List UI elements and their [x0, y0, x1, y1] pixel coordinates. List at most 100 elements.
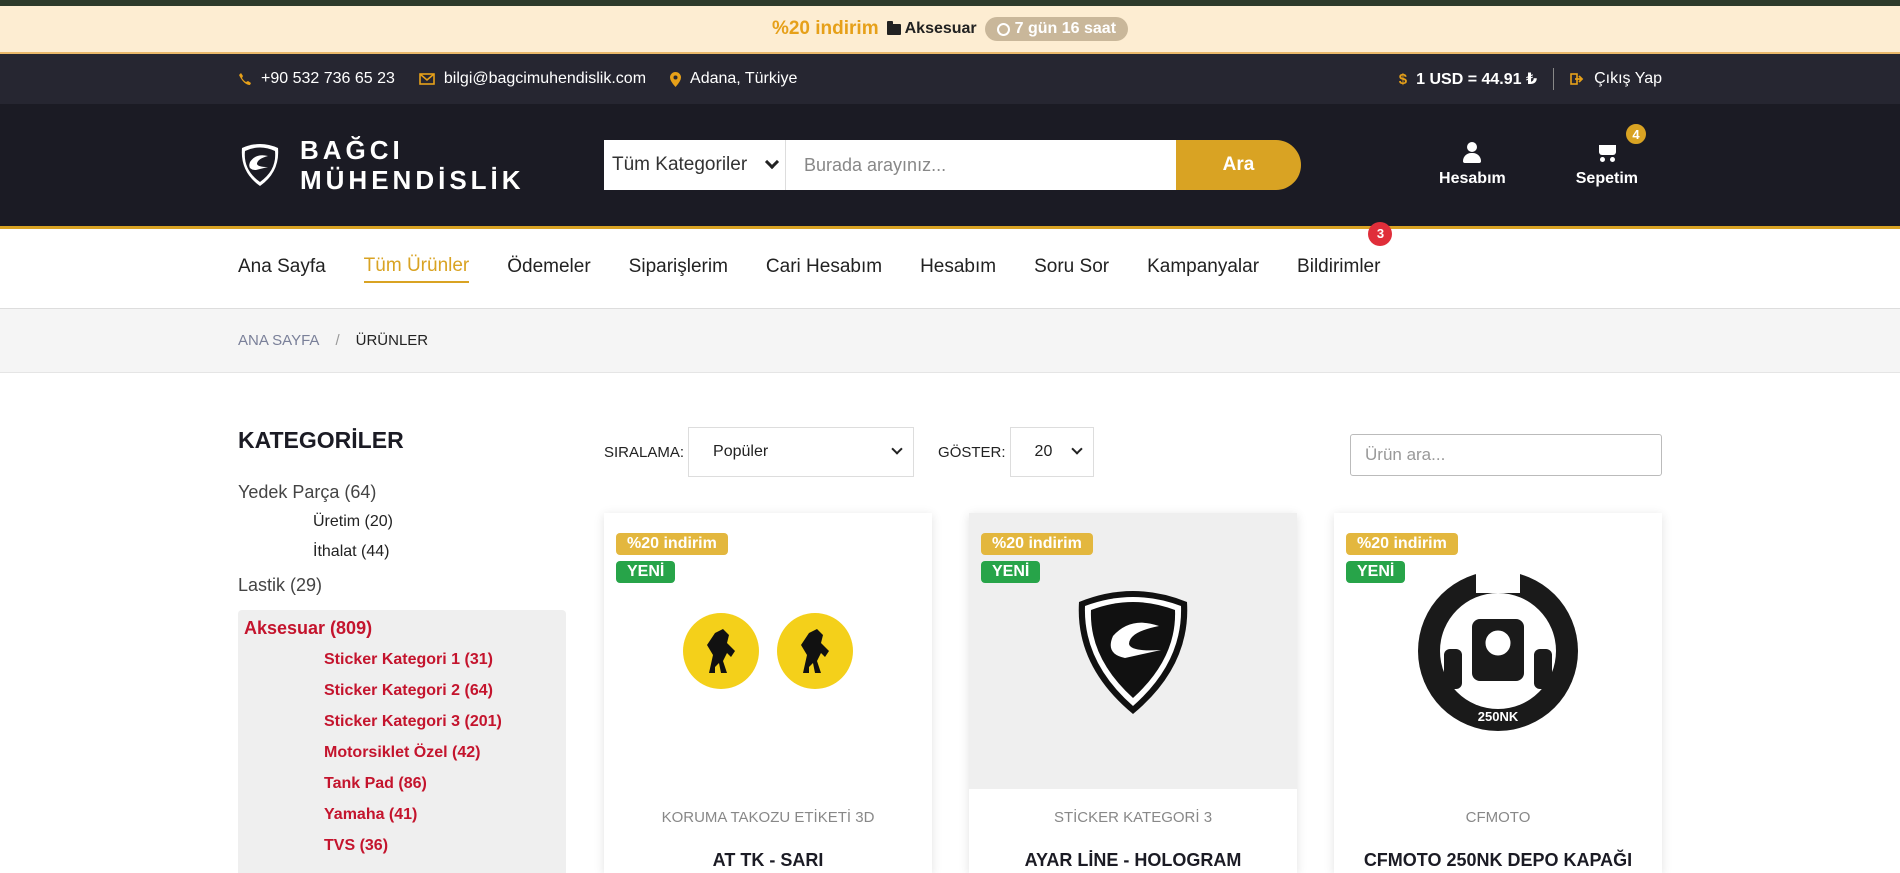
main-content: KATEGORİLER Yedek Parça (64) Üretim (20)…: [0, 373, 1900, 873]
product-card[interactable]: %20 indirim YENİ STİCKER KATEGORİ 3 AYAR…: [969, 513, 1297, 873]
nav-account[interactable]: Hesabım: [920, 256, 996, 282]
cart-count-badge: 4: [1624, 122, 1648, 146]
category-select[interactable]: Tüm Kategoriler: [604, 140, 786, 190]
phone-contact[interactable]: +90 532 736 65 23: [238, 70, 395, 88]
listing-toolbar: SIRALAMA: Popüler GÖSTER: 20: [604, 427, 1662, 477]
brand-line-1: BAĞCI: [300, 135, 404, 165]
main-header: BAĞCI MÜHENDİSLİK Tüm Kategoriler Ara He…: [0, 104, 1900, 229]
folder-icon: [886, 20, 901, 35]
user-icon: [1462, 142, 1482, 164]
product-category[interactable]: CFMOTO: [1334, 809, 1662, 826]
breadcrumb-current: ÜRÜNLER: [355, 332, 429, 349]
location-text: Adana, Türkiye: [690, 70, 798, 87]
header-actions: Hesabım 4 Sepetim: [1439, 122, 1648, 188]
product-name[interactable]: CFMOTO 250NK DEPO KAPAĞI: [1334, 850, 1662, 871]
phone-number: +90 532 736 65 23: [261, 70, 395, 87]
divider: [1553, 68, 1555, 90]
cart-button[interactable]: 4 Sepetim: [1575, 122, 1648, 188]
promo-timer: 7 gün 16 saat: [984, 17, 1129, 41]
product-search-input[interactable]: [1350, 434, 1662, 476]
nav-payments[interactable]: Ödemeler: [507, 256, 590, 282]
product-name[interactable]: AYAR LİNE - HOLOGRAM: [969, 850, 1297, 871]
new-badge: YENİ: [616, 561, 676, 583]
product-name[interactable]: AT TK - SARI: [604, 850, 932, 871]
account-label: Hesabım: [1439, 170, 1506, 187]
promo-banner[interactable]: %20 indirim Aksesuar 7 gün 16 saat: [0, 6, 1900, 54]
subcategory-item[interactable]: TVS (36): [244, 837, 560, 855]
product-category[interactable]: KORUMA TAKOZU ETİKETİ 3D: [604, 809, 932, 826]
chevron-down-icon: [1070, 443, 1083, 455]
promo-category: Aksesuar: [886, 20, 977, 38]
nav-notifications-label: Bildirimler: [1297, 255, 1381, 277]
product-card[interactable]: 250NK %20 indirim YENİ CFMOTO CFMOTO 250…: [1334, 513, 1662, 873]
subcategory-item[interactable]: Sticker Kategori 2 (64): [244, 682, 560, 700]
product-category[interactable]: STİCKER KATEGORİ 3: [969, 809, 1297, 826]
location: Adana, Türkiye: [670, 70, 797, 88]
brand-logo[interactable]: BAĞCI MÜHENDİSLİK: [238, 135, 604, 195]
nav-all-products[interactable]: Tüm Ürünler: [363, 255, 470, 283]
nav-campaigns[interactable]: Kampanyalar: [1147, 256, 1259, 282]
phone-icon: [239, 73, 251, 85]
discount-badge: %20 indirim: [981, 533, 1093, 555]
logout-link[interactable]: Çıkış Yap: [1594, 70, 1662, 88]
product-listing: SIRALAMA: Popüler GÖSTER: 20 Ürün ara...…: [566, 373, 1662, 873]
svg-text:250NK: 250NK: [1478, 709, 1519, 724]
page-size-select[interactable]: 20: [1009, 427, 1094, 477]
subcategory-item[interactable]: Motorsiklet Özel (42): [244, 744, 560, 762]
breadcrumb: ANA SAYFA / ÜRÜNLER: [0, 309, 1900, 373]
cart-icon: [1595, 142, 1619, 164]
new-badge: YENİ: [981, 561, 1041, 583]
subcategory-item[interactable]: Yamaha (41): [244, 806, 560, 824]
shield-logo-sticker-image: [1078, 591, 1188, 714]
account-button[interactable]: Hesabım: [1439, 142, 1506, 188]
category-sidebar: KATEGORİLER Yedek Parça (64) Üretim (20)…: [238, 373, 566, 873]
category-tires[interactable]: Lastik (29): [238, 575, 566, 596]
dollar-icon: $: [1398, 70, 1408, 88]
cart-label: Sepetim: [1575, 170, 1638, 187]
promo-discount: %20 indirim: [771, 18, 879, 39]
search-button[interactable]: Ara: [1176, 140, 1301, 190]
nav-notifications[interactable]: Bildirimler 3: [1297, 221, 1393, 282]
breadcrumb-separator: /: [335, 332, 340, 349]
new-badge: YENİ: [1346, 561, 1406, 583]
category-accessories[interactable]: Aksesuar (809): [244, 618, 560, 639]
promo-timer-text: 7 gün 16 saat: [1014, 20, 1117, 37]
subcategory-item[interactable]: Sticker Kategori 1 (31): [244, 651, 560, 669]
map-pin-icon: [670, 71, 682, 87]
nav-orders[interactable]: Siparişlerim: [629, 256, 728, 282]
notification-count-badge: 3: [1368, 221, 1393, 246]
sort-label: SIRALAMA:: [604, 443, 685, 461]
nav-ask-question[interactable]: Soru Sor: [1034, 256, 1109, 282]
subcategory-item[interactable]: Sticker Kategori 3 (201): [244, 713, 560, 731]
category-spare-parts[interactable]: Yedek Parça (64): [238, 482, 566, 503]
clock-icon: [996, 22, 1010, 36]
product-grid: %20 indirim YENİ KORUMA TAKOZU ETİKETİ 3…: [604, 513, 1662, 873]
nav-current-account[interactable]: Cari Hesabım: [766, 256, 882, 282]
info-right: $ 1 USD = 44.91 ₺ Çıkış Yap: [1399, 68, 1662, 90]
show-label: GÖSTER:: [938, 443, 1006, 461]
sort-select[interactable]: Popüler: [688, 427, 915, 477]
email-contact[interactable]: bilgi@bagcimuhendislik.com: [419, 70, 646, 88]
subcategory-production[interactable]: Üretim (20): [238, 513, 566, 531]
subcategory-item[interactable]: Tank Pad (86): [244, 775, 560, 793]
info-bar: +90 532 736 65 23 bilgi@bagcimuhendislik…: [0, 54, 1900, 104]
brand-name: BAĞCI MÜHENDİSLİK: [300, 135, 525, 195]
email-address: bilgi@bagcimuhendislik.com: [443, 70, 647, 87]
search-input[interactable]: [786, 140, 1176, 190]
chevron-down-icon: [764, 154, 780, 170]
discount-badge: %20 indirim: [1346, 533, 1458, 555]
breadcrumb-home[interactable]: ANA SAYFA: [238, 332, 319, 349]
sort-select-value: Popüler: [713, 443, 769, 460]
search-bar: Tüm Kategoriler Ara: [604, 140, 1301, 190]
subcategory-import[interactable]: İthalat (44): [238, 543, 566, 561]
nav-home[interactable]: Ana Sayfa: [238, 256, 326, 282]
tank-pad-image: 250NK: [1418, 571, 1578, 731]
promo-category-label: Aksesuar: [904, 20, 977, 37]
product-card[interactable]: %20 indirim YENİ KORUMA TAKOZU ETİKETİ 3…: [604, 513, 932, 873]
main-nav: Ana Sayfa Tüm Ürünler Ödemeler Siparişle…: [0, 221, 1900, 309]
brand-logo-icon: [241, 144, 279, 186]
sidebar-title: KATEGORİLER: [238, 427, 404, 453]
category-accessories-group: Aksesuar (809) Sticker Kategori 1 (31) S…: [238, 610, 566, 873]
currency-rate: 1 USD = 44.91 ₺: [1416, 71, 1538, 88]
product-image: %20 indirim YENİ: [604, 513, 932, 789]
